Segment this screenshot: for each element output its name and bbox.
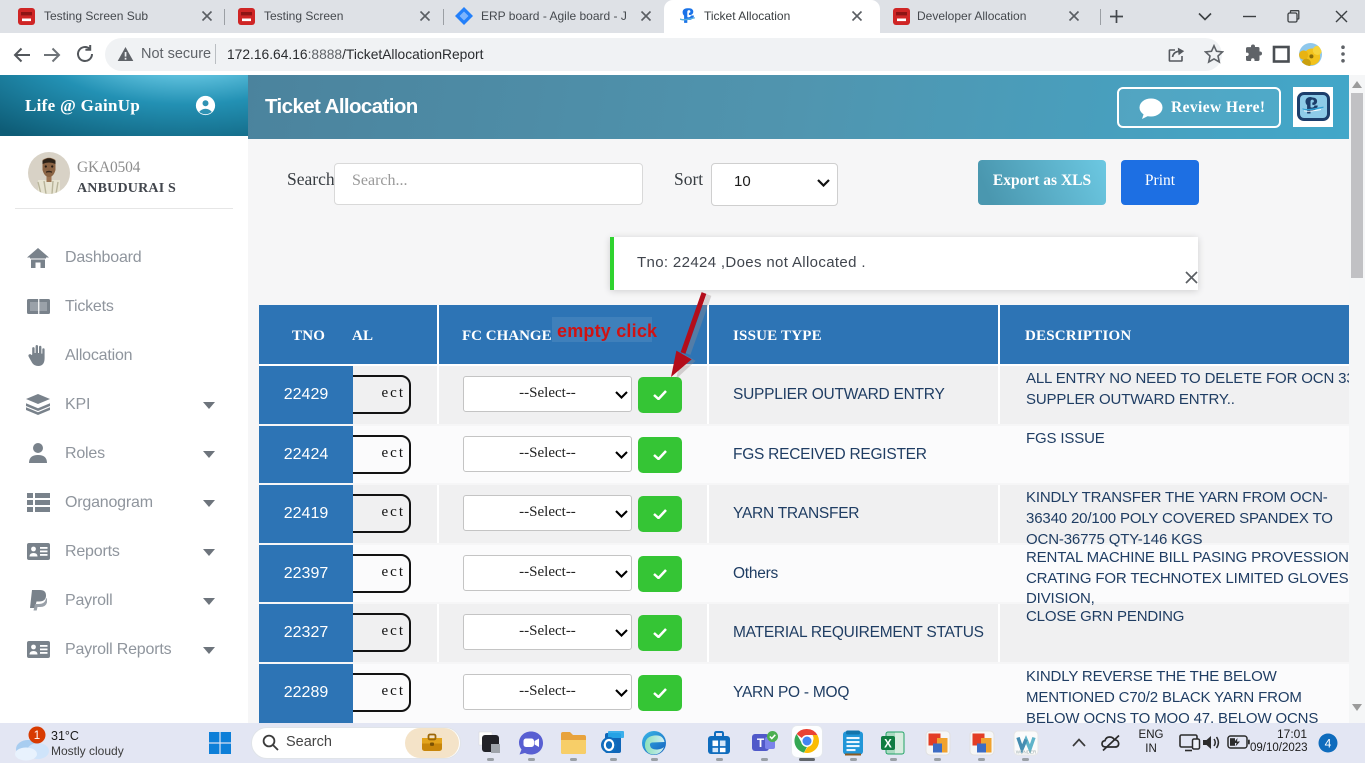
svg-text:X: X	[884, 739, 892, 751]
svg-text:1: 1	[34, 730, 40, 742]
svg-text:T: T	[757, 736, 765, 750]
svg-text:4: 4	[1325, 736, 1332, 750]
svg-text:WONDER: WONDER	[1016, 750, 1037, 755]
